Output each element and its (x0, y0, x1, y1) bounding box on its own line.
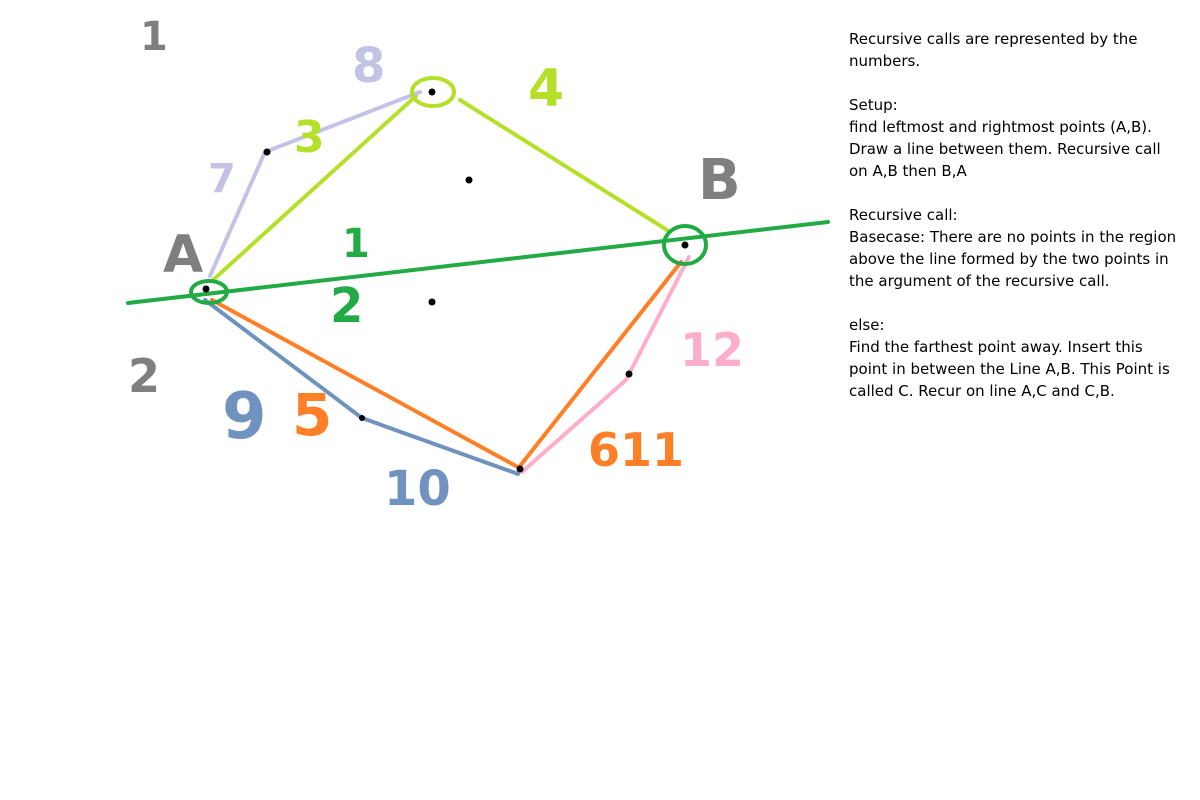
else-body: Find the farthest point away. Insert thi… (849, 338, 1170, 400)
edge-top-b (458, 98, 669, 232)
point-a (202, 285, 210, 293)
label-corner-2: 2 (128, 349, 160, 403)
point-b (681, 241, 689, 249)
basecase-text: Basecase: There are no points in the reg… (849, 228, 1177, 290)
setup-title: Setup: (849, 96, 898, 114)
label-9: 9 (222, 380, 267, 454)
point-upper-left (263, 148, 271, 156)
setup-body: find leftmost and rightmost points (A,B)… (849, 118, 1161, 180)
label-10: 10 (384, 461, 451, 517)
label-b: B (698, 148, 741, 213)
recursive-call-title: Recursive call: (849, 206, 958, 224)
label-corner-1: 1 (140, 14, 168, 60)
point-bottom (516, 465, 524, 473)
label-8: 8 (352, 38, 385, 94)
point-lower-right (625, 370, 633, 378)
label-a: A (163, 225, 203, 285)
else-title: else: (849, 316, 885, 334)
label-1: 1 (342, 221, 370, 267)
point-inner-upper (465, 176, 473, 184)
label-4: 4 (528, 59, 564, 119)
label-5: 5 (292, 381, 332, 449)
label-2: 2 (330, 278, 363, 334)
label-611: 611 (588, 423, 684, 477)
intro-text: Recursive calls are represented by the n… (849, 30, 1138, 70)
point-lower-left (359, 415, 365, 421)
label-12: 12 (680, 323, 744, 377)
label-3: 3 (294, 112, 325, 163)
point-top (428, 88, 436, 96)
explanation-text: Recursive calls are represented by the n… (849, 28, 1184, 402)
point-inner-lower (428, 298, 436, 306)
label-7: 7 (208, 156, 236, 202)
